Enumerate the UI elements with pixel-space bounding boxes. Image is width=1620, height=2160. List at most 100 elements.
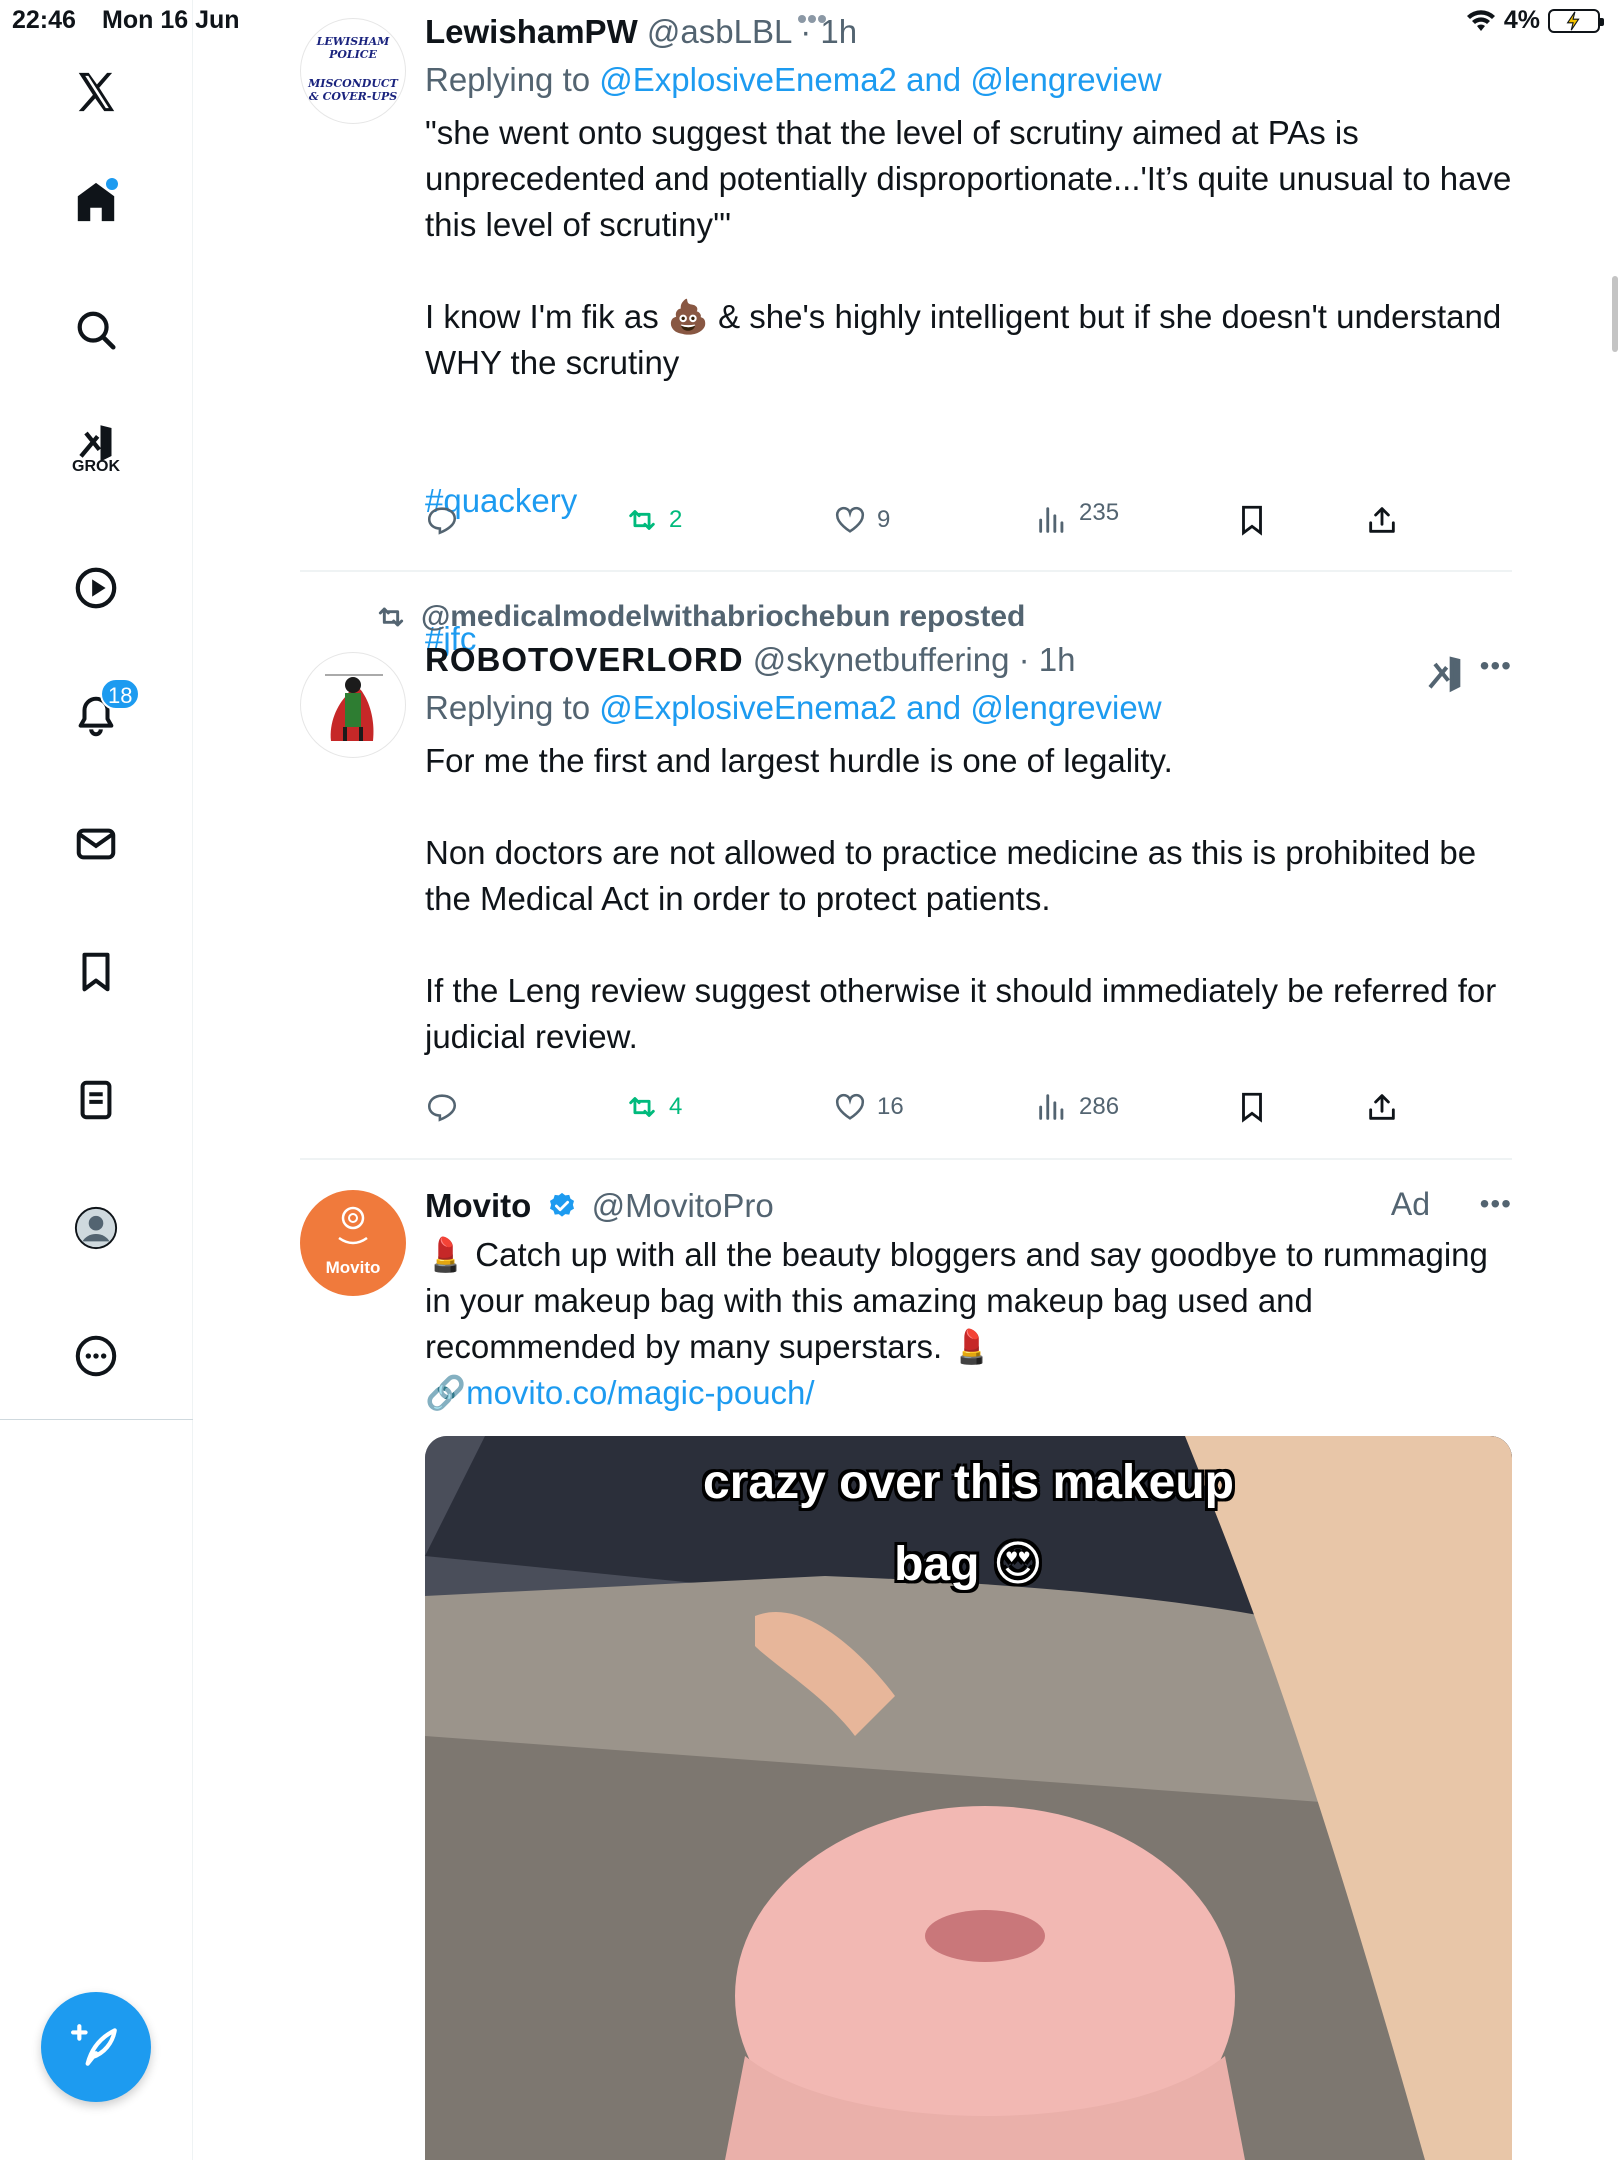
like-count: 16 xyxy=(877,1093,904,1120)
reply-button[interactable] xyxy=(425,1090,459,1124)
views-icon xyxy=(1039,507,1064,533)
tweet-text: If the Leng review suggest otherwise it … xyxy=(425,972,1506,1055)
display-name[interactable]: ROBOTOVERLORD xyxy=(425,641,744,678)
ad-video[interactable]: crazy over this makeup bag 😍 xyxy=(425,1436,1512,2160)
repost-button[interactable]: 4 xyxy=(625,1090,682,1124)
tweet-text: For me the first and largest hurdle is o… xyxy=(425,742,1173,779)
timestamp[interactable]: · 1h xyxy=(800,13,857,50)
handle[interactable]: @MovitoPro xyxy=(592,1187,774,1224)
bookmark-button[interactable] xyxy=(1235,1090,1269,1124)
tweet-text: "she went onto suggest that the level of… xyxy=(425,114,1521,243)
like-button[interactable]: 16 xyxy=(833,1090,904,1124)
tweet-header: Movito @MovitoPro xyxy=(425,1184,1512,1228)
share-icon xyxy=(1369,1094,1395,1120)
tweet-link-line: 🔗movito.co/magic-pouch/ xyxy=(425,1370,1512,1416)
bookmark-icon xyxy=(1242,1092,1262,1123)
notifications-icon[interactable]: 18 xyxy=(66,678,141,746)
grok-label: GROK xyxy=(72,458,120,475)
search-icon[interactable] xyxy=(66,300,126,360)
heart-icon xyxy=(835,506,865,533)
lists-icon[interactable] xyxy=(66,1070,126,1130)
avatar-text-line: LEWISHAM xyxy=(316,35,390,48)
mention-link[interactable]: @lengreview xyxy=(970,61,1161,98)
tweet-body: Movito @MovitoPro 💄 Catch up with all th… xyxy=(425,1184,1512,1416)
display-name[interactable]: LewishamPW xyxy=(425,13,638,50)
view-count: 286 xyxy=(1079,1093,1120,1120)
grok-icon[interactable]: GROK xyxy=(66,420,126,480)
more-options-icon[interactable]: ••• xyxy=(1480,650,1512,682)
bookmarks-icon[interactable] xyxy=(66,942,126,1002)
link-icon: 🔗 xyxy=(425,1374,467,1411)
avatar-text-line: & COVER-UPS xyxy=(308,90,398,103)
reply-icon xyxy=(427,507,457,535)
replying-to: Replying to @ExplosiveEnema2 and @lengre… xyxy=(425,54,1512,106)
share-button[interactable] xyxy=(1365,503,1399,537)
compose-post-button[interactable] xyxy=(41,1992,151,2102)
replying-to: Replying to @ExplosiveEnema2 and @lengre… xyxy=(425,682,1512,734)
avatar-text-line: MISCONDUCT xyxy=(308,77,398,90)
sidebar-divider xyxy=(0,1419,193,1420)
views-button[interactable]: 286 xyxy=(1035,1090,1119,1124)
tweet-body: ROBOTOVERLORD @skynetbuffering · 1h Repl… xyxy=(425,638,1512,1060)
movito-logo-icon xyxy=(338,1206,368,1245)
views-button[interactable]: 235 xyxy=(1035,499,1119,537)
reposted-by[interactable]: @medicalmodelwithabriochebun reposted xyxy=(375,600,1025,634)
notifications-badge: 18 xyxy=(100,678,141,710)
timestamp[interactable]: · 1h xyxy=(1019,641,1076,678)
avatar[interactable] xyxy=(300,652,406,758)
tweet-actions: 2 9 235 xyxy=(425,499,1410,543)
like-count: 9 xyxy=(877,506,891,533)
share-button[interactable] xyxy=(1365,1090,1399,1124)
messages-icon[interactable] xyxy=(66,814,126,874)
tweet-header: LewishamPW @asbLBL · 1h xyxy=(425,10,1512,54)
sidebar: GROK 18 xyxy=(0,0,193,2160)
mention-link[interactable]: @ExplosiveEnema2 xyxy=(599,689,897,726)
x-logo-icon[interactable] xyxy=(66,62,126,122)
tweet-text: 💄 Catch up with all the beauty bloggers … xyxy=(425,1236,1498,1365)
repost-icon xyxy=(629,1097,655,1117)
replying-and: and xyxy=(896,61,971,98)
home-notification-dot xyxy=(106,178,118,190)
reply-icon xyxy=(427,1094,457,1122)
repost-icon xyxy=(629,510,655,530)
tweet-actions: 4 16 286 xyxy=(425,1090,1410,1130)
avatar-text-line: POLICE xyxy=(329,48,377,61)
ad-label: Ad xyxy=(1390,1186,1430,1222)
repost-button[interactable]: 2 xyxy=(625,503,682,537)
repost-icon xyxy=(378,607,404,627)
video-icon[interactable] xyxy=(66,558,126,618)
tweet-text: I know I'm fik as 💩 & she's highly intel… xyxy=(425,298,1511,381)
tweet-header: ROBOTOVERLORD @skynetbuffering · 1h xyxy=(425,638,1512,682)
tweet-text: Non doctors are not allowed to practice … xyxy=(425,834,1486,917)
verified-badge-icon xyxy=(549,1192,574,1217)
more-options-icon[interactable]: ••• xyxy=(1480,1188,1512,1220)
handle[interactable]: @asbLBL xyxy=(647,13,791,50)
avatar[interactable]: LEWISHAM POLICE MISCONDUCT & COVER-UPS xyxy=(300,18,406,124)
replying-prefix: Replying to xyxy=(425,689,600,726)
handle[interactable]: @skynetbuffering xyxy=(753,641,1010,678)
reposted-by-text: @medicalmodelwithabriochebun reposted xyxy=(421,600,1026,633)
more-options-icon[interactable] xyxy=(66,1326,126,1386)
like-button[interactable]: 9 xyxy=(833,503,890,537)
views-icon xyxy=(1039,1094,1064,1120)
profile-avatar-icon[interactable] xyxy=(66,1198,126,1258)
ad-link[interactable]: movito.co/magic-pouch/ xyxy=(466,1374,814,1411)
reply-button[interactable] xyxy=(425,503,459,537)
avatar[interactable]: Movito xyxy=(300,1190,406,1296)
heart-icon xyxy=(835,1093,865,1120)
replying-and: and xyxy=(896,689,971,726)
scrollbar[interactable] xyxy=(1612,276,1618,352)
bookmark-button[interactable] xyxy=(1235,503,1269,537)
bookmark-icon xyxy=(1242,505,1262,536)
avatar-illustration xyxy=(325,674,383,741)
display-name[interactable]: Movito xyxy=(425,1187,531,1224)
replying-prefix: Replying to xyxy=(425,61,600,98)
mention-link[interactable]: @ExplosiveEnema2 xyxy=(599,61,897,98)
video-caption: crazy over this makeup bag 😍 xyxy=(425,1442,1512,1606)
view-count: 235 xyxy=(1079,499,1120,526)
caption-line: bag 😍 xyxy=(894,1538,1043,1591)
grok-icon[interactable] xyxy=(1425,654,1465,694)
home-icon[interactable] xyxy=(66,172,126,232)
compose-feather-icon xyxy=(71,2024,117,2066)
mention-link[interactable]: @lengreview xyxy=(970,689,1161,726)
